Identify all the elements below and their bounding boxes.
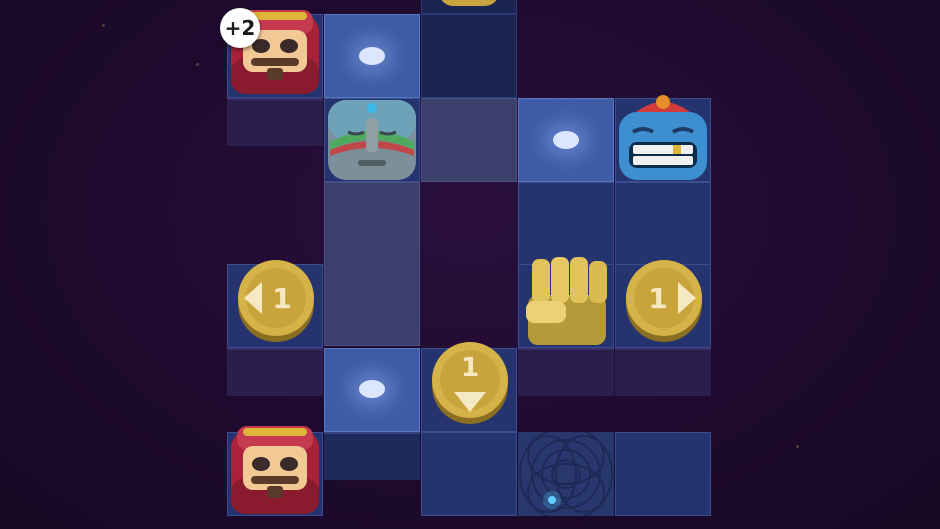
fist-block-token[interactable] — [520, 255, 614, 349]
glow-dot-marker — [553, 131, 579, 149]
bonus-badge: +2 — [220, 8, 260, 48]
tile-ledge — [227, 348, 323, 396]
board-tile[interactable] — [421, 98, 517, 182]
portal-tile[interactable] — [518, 432, 614, 516]
tile-ledge — [518, 348, 614, 396]
board-tile[interactable] — [421, 432, 517, 516]
star-decoration — [196, 63, 199, 66]
star-decoration — [796, 445, 799, 448]
coin-value-label: 1 — [461, 353, 479, 383]
blue-grinning-mask-token[interactable] — [617, 90, 709, 182]
tile-ledge — [324, 432, 420, 480]
glow-dot-marker — [359, 380, 385, 398]
board-tile[interactable] — [518, 182, 614, 266]
glow-dot-marker — [359, 47, 385, 65]
merchant-king-goal-token[interactable] — [229, 424, 321, 516]
star-decoration — [102, 24, 105, 27]
game-board: +2 1 1 1 — [0, 0, 940, 529]
coin-value-label: 1 — [648, 282, 667, 315]
down-arrow-coin-token[interactable]: 1 — [428, 340, 512, 424]
stone-sage-mask-token[interactable] — [326, 98, 418, 182]
tile-ledge — [227, 98, 323, 146]
tile-ledge — [615, 348, 711, 396]
left-arrow-coin-token[interactable]: 1 — [234, 258, 318, 342]
board-tile[interactable] — [615, 182, 711, 266]
board-tile[interactable] — [421, 14, 517, 98]
board-tile[interactable] — [324, 182, 420, 346]
board-tile[interactable] — [615, 432, 711, 516]
coin-value-label: 1 — [272, 282, 291, 315]
right-arrow-coin-token[interactable]: 1 — [622, 258, 706, 342]
